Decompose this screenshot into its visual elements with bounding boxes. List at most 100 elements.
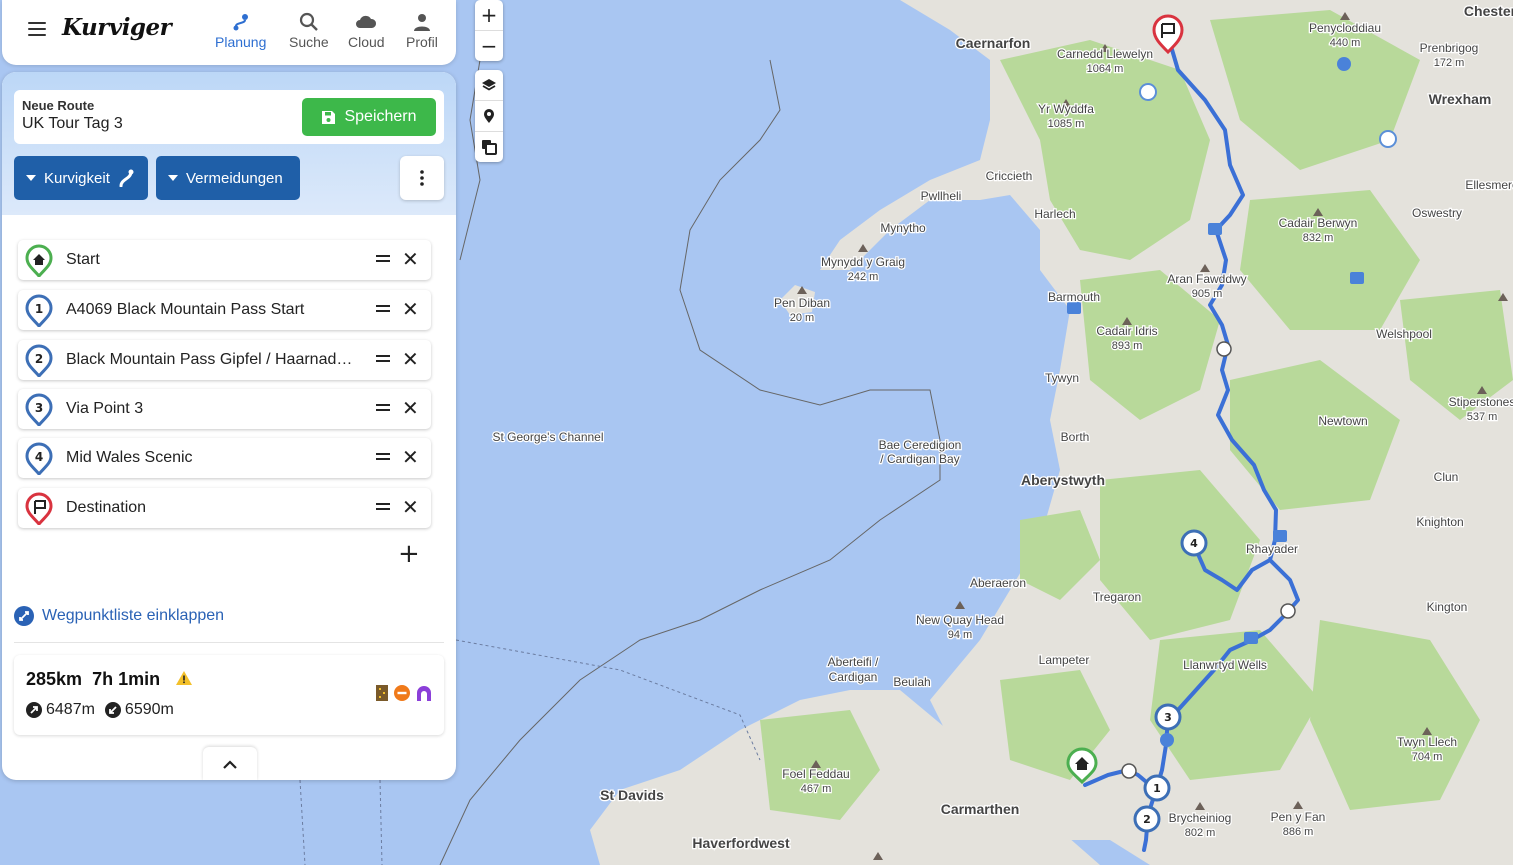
elevation-summary: 6487m 6590m <box>26 701 174 719</box>
waypoint-label[interactable]: Mid Wales Scenic <box>66 449 361 467</box>
divider <box>14 642 444 643</box>
layers-icon <box>482 79 496 91</box>
save-button[interactable]: Speichern <box>302 98 436 136</box>
ascent-value: 6487m <box>46 701 95 718</box>
map-label: Lampeter <box>1039 653 1090 667</box>
map-label: Chester <box>1464 3 1513 19</box>
route-planner-panel: Neue Route UK Tour Tag 3 Speichern Kurvi… <box>2 72 456 780</box>
caret-down-icon <box>26 175 36 181</box>
waypoint-label[interactable]: Start <box>66 251 361 269</box>
map-label: Penycloddiau <box>1309 21 1381 35</box>
map-label: Wrexham <box>1429 91 1492 107</box>
drag-handle-icon[interactable] <box>376 355 390 365</box>
zoom-out-button[interactable]: − <box>475 30 503 61</box>
waypoint-row[interactable]: 1 A4069 Black Mountain Pass Start ✕ <box>18 290 431 330</box>
remove-waypoint-icon[interactable]: ✕ <box>402 447 419 467</box>
map-label: Pen y Fan <box>1271 810 1326 824</box>
collapse-label: Wegpunktliste einklappen <box>42 607 225 624</box>
waypoint-label[interactable]: Black Mountain Pass Gipfel / Haarnadelku… <box>66 351 361 369</box>
map-marker-2[interactable]: 2 <box>1133 805 1161 833</box>
map-label: Tregaron <box>1093 590 1141 604</box>
map-label: Newtown <box>1318 414 1367 428</box>
waypoint-label[interactable]: Via Point 3 <box>66 400 361 418</box>
waypoint-label[interactable]: A4069 Black Mountain Pass Start <box>66 301 361 319</box>
map-label: Llanwrtyd Wells <box>1183 658 1267 672</box>
map-label: 886 m <box>1283 826 1314 838</box>
map-label: Aberystwyth <box>1021 472 1105 488</box>
drag-handle-icon[interactable] <box>376 404 390 414</box>
map-label: 94 m <box>948 629 972 641</box>
avoidances-button[interactable]: Vermeidungen <box>156 156 300 200</box>
user-icon <box>413 14 430 31</box>
app-logo[interactable]: Kurviger <box>62 14 172 41</box>
drag-handle-icon[interactable] <box>376 503 390 513</box>
map-marker-4[interactable]: 4 <box>1180 529 1208 557</box>
waypoint-marker-icon: 3 <box>25 393 53 426</box>
nav-planung[interactable]: Planung <box>215 12 266 50</box>
map-label: Clun <box>1434 470 1459 484</box>
route-stats[interactable]: 285km 7h 1min 6487m 6590m <box>14 655 444 735</box>
remove-waypoint-icon[interactable]: ✕ <box>402 398 419 418</box>
map-label: 467 m <box>801 783 832 795</box>
map-label: Aberaeron <box>970 576 1026 590</box>
waypoint-row[interactable]: Destination ✕ <box>18 488 431 528</box>
map-label: 440 m <box>1330 37 1361 49</box>
locate-button[interactable] <box>475 100 503 131</box>
nav-suche[interactable]: Suche <box>289 12 329 50</box>
map-label: Beulah <box>893 675 930 689</box>
collapse-icon <box>14 606 34 626</box>
map-label: Cadair Berwyn <box>1279 216 1358 230</box>
drag-handle-icon[interactable] <box>376 255 390 265</box>
map-label: Mynydd y Graig <box>821 255 905 269</box>
menu-button[interactable] <box>28 22 46 36</box>
nav-cloud[interactable]: Cloud <box>348 12 385 50</box>
map-marker-1[interactable]: 1 <box>1143 774 1171 802</box>
waypoint-row[interactable]: 2 Black Mountain Pass Gipfel / Haarnadelk… <box>18 340 431 380</box>
map-label: 704 m <box>1412 751 1443 763</box>
route-name-field[interactable]: Neue Route UK Tour Tag 3 Speichern <box>14 90 444 144</box>
map-label: Twyn Llech <box>1397 735 1457 749</box>
remove-waypoint-icon[interactable]: ✕ <box>402 497 419 517</box>
map-label: New Quay Head <box>916 613 1004 627</box>
flag-marker-icon <box>25 492 53 525</box>
map-label: Criccieth <box>986 169 1033 183</box>
waypoint-label[interactable]: Destination <box>66 499 361 517</box>
layers-button[interactable] <box>475 70 503 100</box>
overlay-button[interactable] <box>475 131 503 162</box>
zoom-in-button[interactable]: + <box>475 0 503 30</box>
route-icon <box>233 14 248 31</box>
map-label: St George's Channel <box>492 430 603 444</box>
waypoint-marker-icon: 1 <box>25 294 53 327</box>
waypoint-row[interactable]: 4 Mid Wales Scenic ✕ <box>18 438 431 478</box>
waypoint-row[interactable]: Start ✕ <box>18 240 431 280</box>
nav-label: Suche <box>289 34 329 50</box>
curviness-button[interactable]: Kurvigkeit <box>14 156 148 200</box>
collapse-waypoints-link[interactable]: Wegpunktliste einklappen <box>14 606 224 626</box>
map-label: Pen Diban <box>774 296 830 310</box>
route-name-label: Neue Route <box>22 98 95 113</box>
add-waypoint-button[interactable]: + <box>398 541 420 567</box>
cloud-icon <box>356 15 377 28</box>
map-marker-3[interactable]: 3 <box>1154 703 1182 731</box>
map-label: 802 m <box>1185 827 1216 839</box>
unpaved-road-icon <box>376 685 388 701</box>
avoidances-label: Vermeidungen <box>186 169 283 187</box>
map-label: Brycheiniog <box>1169 811 1232 825</box>
location-pin-icon <box>484 109 494 123</box>
expand-panel-button[interactable] <box>203 747 257 780</box>
map-label: Caernarfon <box>956 35 1031 51</box>
remove-waypoint-icon[interactable]: ✕ <box>402 299 419 319</box>
more-options-button[interactable] <box>400 156 444 200</box>
duration-value: 7h 1min <box>92 669 161 689</box>
remove-waypoint-icon[interactable]: ✕ <box>402 249 419 269</box>
route-name-value[interactable]: UK Tour Tag 3 <box>22 115 123 133</box>
remove-waypoint-icon[interactable]: ✕ <box>402 349 419 369</box>
caret-down-icon <box>168 175 178 181</box>
chevron-up-icon <box>223 759 237 769</box>
route-header: Neue Route UK Tour Tag 3 Speichern Kurvi… <box>2 72 456 215</box>
svg-text:2: 2 <box>1143 813 1151 826</box>
drag-handle-icon[interactable] <box>376 453 390 463</box>
drag-handle-icon[interactable] <box>376 305 390 315</box>
waypoint-row[interactable]: 3 Via Point 3 ✕ <box>18 389 431 429</box>
nav-profil[interactable]: Profil <box>406 12 438 50</box>
